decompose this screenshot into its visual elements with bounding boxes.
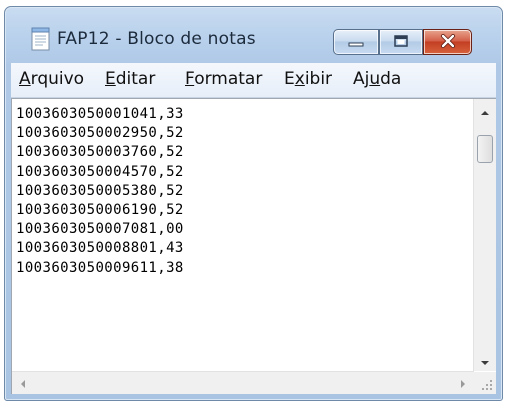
close-icon [440,33,456,52]
text-line: 1003603050003760,52 [16,144,184,161]
menu-bar: Arquivo Editar Formatar Exibir Ajuda [11,63,496,98]
text-line: 1003603050006190,52 [16,202,184,219]
notepad-icon[interactable] [31,27,51,51]
text-line: 1003603050008801,43 [16,240,184,257]
arrow-down-icon [480,351,490,370]
menu-arquivo[interactable]: Arquivo [19,69,84,89]
minimize-icon [347,33,365,52]
menu-editar[interactable]: Editar [105,69,155,89]
arrow-up-icon [480,101,490,120]
text-line: 1003603050007081,00 [16,221,184,238]
menu-formatar[interactable]: Formatar [185,69,262,89]
window-title: FAP12 - Bloco de notas [57,29,256,49]
text-editor[interactable]: 1003603050001041,33 1003603050002950,52 … [11,98,496,394]
menu-ajuda[interactable]: Ajuda [353,69,401,89]
notepad-window: FAP12 - Bloco de notas Arquivo Editar Fo… [4,6,503,401]
editor-content[interactable]: 1003603050001041,33 1003603050002950,52 … [16,105,184,278]
horizontal-scrollbar[interactable] [12,371,474,394]
resize-grip[interactable] [474,372,496,394]
scroll-up-button[interactable] [474,99,496,121]
scroll-right-button[interactable] [452,372,474,394]
maximize-icon [393,33,409,52]
title-bar[interactable]: FAP12 - Bloco de notas [5,7,502,61]
resize-grip-icon [474,379,496,398]
minimize-button[interactable] [333,29,379,55]
text-line: 1003603050001041,33 [16,106,184,122]
arrow-left-icon [20,374,26,393]
scroll-left-button[interactable] [12,372,34,394]
maximize-button[interactable] [379,29,423,55]
menu-exibir[interactable]: Exibir [284,69,332,89]
arrow-right-icon [460,374,466,393]
close-button[interactable] [423,29,472,55]
vertical-scroll-thumb[interactable] [477,135,493,163]
vertical-scrollbar[interactable] [473,99,496,371]
text-line: 1003603050009611,38 [16,259,184,276]
text-line: 1003603050005380,52 [16,182,184,199]
text-line: 1003603050004570,52 [16,163,184,180]
scroll-down-button[interactable] [474,349,496,371]
text-line: 1003603050002950,52 [16,125,184,142]
